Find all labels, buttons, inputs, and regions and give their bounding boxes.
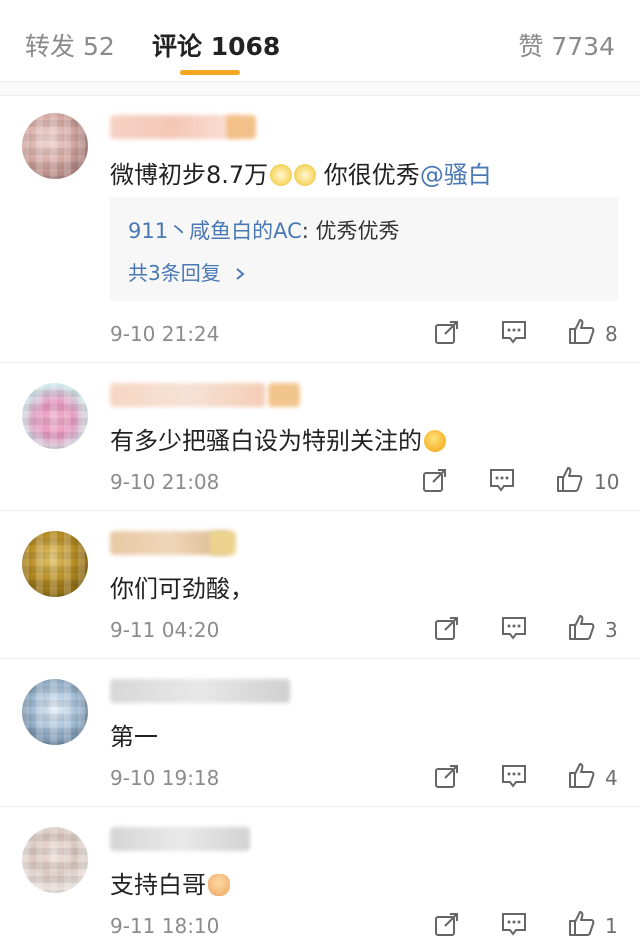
mention-link[interactable]: @骚白 (420, 161, 492, 189)
comment-text: 支持白哥 (110, 865, 230, 900)
comment-item: 支持白哥 9-11 18:10 1 (0, 807, 640, 945)
view-replies-label: 共3条回复 (128, 261, 221, 285)
tab-comments[interactable]: 评论 1068 (152, 27, 280, 63)
comment-item: 有多少把骚白设为特别关注的 9-10 21:08 10 (0, 363, 640, 511)
share-button[interactable] (434, 615, 460, 641)
like-count: 1 (605, 914, 618, 938)
comment-text: 微博初步8.7万 你很优秀@骚白 (110, 155, 492, 190)
comment-tabs: 转发 52 评论 1068 赞 7734 (0, 0, 640, 82)
comment-icon (502, 617, 526, 640)
tabs-divider (0, 82, 640, 96)
reply-preview-box[interactable]: 911丶咸鱼白的AC: 优秀优秀 共3条回复 (110, 197, 618, 301)
avatar[interactable] (22, 113, 88, 179)
comment-item: 你们可劲酸， 9-11 04:20 3 (0, 511, 640, 659)
avatar[interactable] (22, 827, 88, 893)
comment-timestamp: 9-10 21:24 (110, 322, 220, 346)
chevron-right-icon (236, 268, 245, 280)
share-button[interactable] (434, 319, 460, 345)
share-icon (435, 321, 458, 344)
reply-button[interactable] (489, 467, 515, 493)
reply-button[interactable] (501, 763, 527, 789)
comment-body-suffix: 你很优秀 (316, 161, 420, 189)
reply-button[interactable] (501, 911, 527, 937)
comment-body: 有多少把骚白设为特别关注的 (110, 427, 422, 455)
comment-icon (502, 321, 526, 344)
like-count: 10 (594, 470, 620, 494)
comment-item: 第一 9-10 19:18 4 (0, 659, 640, 807)
glasses-emoji-icon (294, 164, 317, 186)
tab-reposts[interactable]: 转发 52 (25, 27, 115, 63)
like-button[interactable] (555, 465, 583, 493)
reply-button[interactable] (501, 615, 527, 641)
rock-on-hand-emoji-icon (208, 874, 230, 896)
reply-sep: : (301, 219, 316, 243)
avatar[interactable] (22, 383, 88, 449)
comment-icon (502, 765, 526, 788)
share-button[interactable] (434, 911, 460, 937)
like-button[interactable] (567, 761, 595, 789)
thumbs-up-icon (569, 615, 595, 640)
comment-body: 支持白哥 (110, 871, 206, 899)
comment-timestamp: 9-10 21:08 (110, 470, 220, 494)
user-badge-blurred (210, 531, 236, 555)
comment-timestamp: 9-11 04:20 (110, 618, 220, 642)
glasses-emoji-icon (270, 164, 293, 186)
like-count: 4 (605, 766, 618, 790)
comment-body: 微博初步8.7万 (110, 161, 269, 189)
user-badge-blurred (226, 115, 256, 139)
comment-icon (502, 913, 526, 936)
tab-likes[interactable]: 赞 7734 (518, 27, 615, 63)
comment-item: 微博初步8.7万 你很优秀@骚白 911丶咸鱼白的AC: 优秀优秀 共3条回复 … (0, 97, 640, 363)
comment-icon (490, 469, 514, 492)
reply-text: 优秀优秀 (315, 219, 400, 243)
share-icon (435, 913, 458, 936)
reply-username[interactable]: 911丶咸鱼白的AC (128, 219, 302, 243)
share-button[interactable] (422, 467, 448, 493)
like-count: 3 (605, 618, 618, 642)
username-blurred[interactable] (110, 115, 240, 139)
active-tab-indicator (180, 70, 240, 75)
like-button[interactable] (567, 909, 595, 937)
view-replies-link[interactable]: 共3条回复 (128, 257, 247, 286)
comment-text: 第一 (110, 723, 158, 751)
reply-line: 911丶咸鱼白的AC: 优秀优秀 (128, 215, 400, 245)
like-button[interactable] (567, 613, 595, 641)
thumbs-up-icon (557, 467, 583, 492)
like-count: 8 (605, 322, 618, 346)
comment-text: 有多少把骚白设为特别关注的 (110, 421, 446, 456)
blushing-face-emoji-icon (424, 430, 446, 452)
username-blurred[interactable] (110, 383, 265, 407)
share-icon (435, 617, 458, 640)
like-button[interactable] (567, 317, 595, 345)
share-icon (423, 469, 446, 492)
reply-button[interactable] (501, 319, 527, 345)
avatar[interactable] (22, 679, 88, 745)
thumbs-up-icon (569, 763, 595, 788)
share-button[interactable] (434, 763, 460, 789)
username-blurred[interactable] (110, 679, 290, 703)
share-icon (435, 765, 458, 788)
comment-text: 你们可劲酸， (110, 575, 254, 603)
thumbs-up-icon (569, 911, 595, 936)
comment-timestamp: 9-10 19:18 (110, 766, 220, 790)
comment-timestamp: 9-11 18:10 (110, 914, 220, 938)
username-blurred[interactable] (110, 827, 250, 851)
thumbs-up-icon (569, 319, 595, 344)
user-badge-blurred (268, 383, 300, 407)
avatar[interactable] (22, 531, 88, 597)
